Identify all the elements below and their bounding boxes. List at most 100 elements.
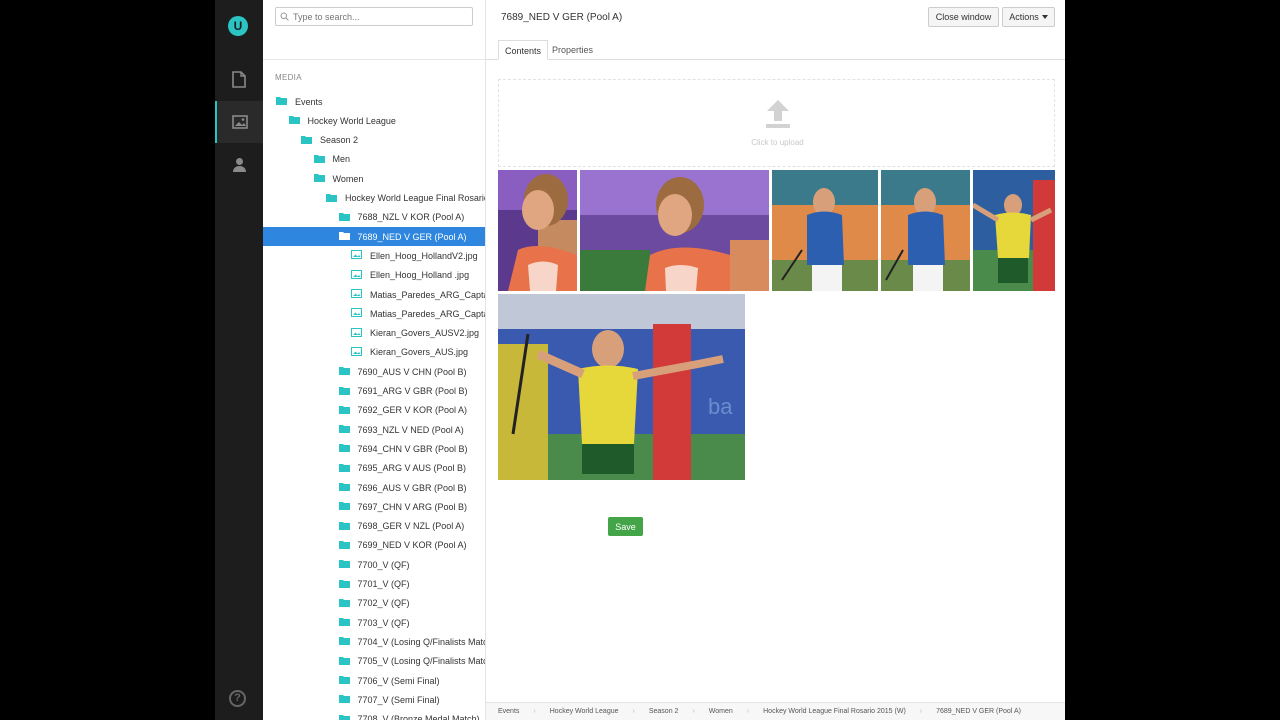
- tree-item-label: 7704_V (Losing Q/Finalists Match: [357, 636, 486, 647]
- image-icon: [351, 327, 362, 339]
- tree-item-folder[interactable]: 7688_NZL V KOR (Pool A): [263, 208, 485, 227]
- tree-item-label: 7699_NED V KOR (Pool A): [357, 540, 467, 551]
- tree-item-folder[interactable]: 7695_ARG V AUS (Pool B): [263, 459, 485, 478]
- tab-contents[interactable]: Contents: [498, 40, 549, 60]
- tree-item-label: Matias_Paredes_ARG_Captain: [370, 289, 486, 300]
- tree-item-image[interactable]: Kieran_Govers_AUSV2.jpg: [263, 324, 485, 343]
- tree-item-label: 7701_V (QF): [357, 579, 410, 589]
- tab-properties[interactable]: Properties: [546, 40, 599, 60]
- breadcrumb-separator: ›: [692, 708, 695, 715]
- nav-content-icon[interactable]: [215, 58, 263, 100]
- tree-item-folder[interactable]: 7708_V (Bronze Medal Match): [263, 710, 485, 720]
- breadcrumb-separator: ›: [632, 708, 635, 715]
- umbraco-logo[interactable]: U: [228, 16, 248, 36]
- breadcrumb-item[interactable]: Hockey World League Final Rosario 2015 (…: [763, 708, 906, 715]
- actions-label: Actions: [1009, 12, 1039, 22]
- tree-item-folder[interactable]: Hockey World League Final Rosario 2015 (…: [263, 189, 486, 208]
- media-thumbnail[interactable]: [580, 170, 769, 291]
- tree-item-image[interactable]: Matias_Paredes_ARG_Captain: [263, 304, 486, 323]
- tree-item-label: 7690_AUS V CHN (Pool B): [357, 366, 467, 377]
- tree-item-folder[interactable]: 7698_GER V NZL (Pool A): [263, 517, 485, 536]
- breadcrumb-item[interactable]: Events: [498, 708, 519, 715]
- tree-item-folder[interactable]: 7699_NED V KOR (Pool A): [263, 536, 485, 555]
- tree-item-label: Kieran_Govers_AUSV2.jpg: [370, 328, 480, 339]
- tree-item-image[interactable]: Kieran_Govers_AUS.jpg: [263, 343, 485, 362]
- tree-item-label: 7700_V (QF): [357, 559, 410, 570]
- tree-item-label: Matias_Paredes_ARG_Captain: [370, 308, 486, 319]
- tree-item-folder[interactable]: Events: [263, 92, 485, 111]
- tree-item-folder[interactable]: 7705_V (Losing Q/Finalists Match: [263, 652, 485, 671]
- tree-item-folder[interactable]: Hockey World League: [263, 111, 485, 130]
- tree-item-folder[interactable]: 7692_GER V KOR (Pool A): [263, 401, 485, 420]
- breadcrumb-item[interactable]: Women: [709, 708, 733, 715]
- caret-down-icon: [1041, 15, 1048, 19]
- tree-item-image[interactable]: Ellen_Hoog_Holland .jpg: [263, 266, 485, 285]
- tree-item-label: 7706_V (Semi Final): [357, 675, 440, 686]
- actions-button[interactable]: Actions: [1002, 7, 1055, 27]
- svg-text:ba: ba: [708, 394, 733, 419]
- tree-item-label: 7703_V (QF): [357, 617, 410, 628]
- tree-item-folder[interactable]: 7691_ARG V GBR (Pool B): [263, 382, 485, 401]
- player-photo: [772, 170, 878, 291]
- folder-icon: [276, 96, 287, 107]
- tree-item-folder[interactable]: 7694_CHN V GBR (Pool B): [263, 439, 485, 458]
- tree-item-label: 7697_CHN V ARG (Pool B): [357, 501, 468, 512]
- main-panel: 7689_NED V GER (Pool A) Close window Act…: [486, 0, 1065, 720]
- save-button[interactable]: Save: [608, 517, 643, 536]
- tree-item-image[interactable]: Ellen_Hoog_HollandV2.jpg: [263, 246, 485, 265]
- folder-icon: [338, 501, 350, 512]
- tree-item-label: Events: [295, 96, 323, 107]
- media-thumbnail[interactable]: [973, 170, 1055, 291]
- media-thumbnail[interactable]: ba: [498, 294, 745, 480]
- folder-icon: [338, 463, 350, 474]
- help-icon[interactable]: ?: [229, 690, 246, 707]
- tree-item-folder[interactable]: 7700_V (QF): [263, 555, 485, 574]
- close-window-button[interactable]: Close window: [928, 7, 999, 27]
- tree-item-folder[interactable]: Men: [263, 150, 485, 169]
- image-icon: [351, 269, 362, 281]
- media-thumbnail[interactable]: [881, 170, 970, 291]
- folder-icon: [338, 559, 350, 570]
- tree-item-folder[interactable]: 7707_V (Semi Final): [263, 690, 485, 709]
- folder-icon: [338, 540, 350, 551]
- tree-item-label: 7696_AUS V GBR (Pool B): [357, 482, 467, 493]
- upload-dropzone[interactable]: Click to upload: [498, 79, 1055, 167]
- tree-item-folder[interactable]: 7697_CHN V ARG (Pool B): [263, 497, 485, 516]
- tree-item-label: Ellen_Hoog_Holland .jpg: [370, 270, 470, 281]
- tree-item-label: Hockey World League Final Rosario 2015 (…: [345, 193, 486, 203]
- folder-icon: [338, 617, 350, 628]
- breadcrumb-item[interactable]: 7689_NED V GER (Pool A): [936, 708, 1021, 715]
- tree-item-folder[interactable]: 7689_NED V GER (Pool A): [263, 227, 485, 247]
- tree-item-folder[interactable]: Season 2: [263, 131, 485, 150]
- folder-icon: [338, 636, 350, 647]
- media-tree-panel: MEDIA Events Hockey World League Season 2 M…: [263, 0, 486, 720]
- tree-item-folder[interactable]: 7701_V (QF): [263, 575, 485, 594]
- folder-icon: [338, 656, 350, 667]
- tree-item-label: Kieran_Govers_AUS.jpg: [370, 347, 469, 358]
- nav-members-icon[interactable]: [215, 143, 263, 185]
- search-icon: [280, 12, 289, 21]
- folder-icon: [288, 115, 300, 126]
- player-photo: [881, 170, 970, 291]
- breadcrumb-item[interactable]: Hockey World League: [550, 708, 619, 715]
- search-box[interactable]: [275, 7, 473, 26]
- media-thumbnail[interactable]: [772, 170, 878, 291]
- breadcrumb-item[interactable]: Season 2: [649, 708, 679, 715]
- search-input[interactable]: [293, 11, 463, 22]
- section-label: MEDIA: [275, 73, 302, 82]
- breadcrumb-separator: ›: [533, 708, 536, 715]
- media-thumbnail[interactable]: [498, 170, 577, 291]
- tree-item-folder[interactable]: 7703_V (QF): [263, 613, 485, 632]
- tree-item-label: 7688_NZL V KOR (Pool A): [357, 212, 465, 223]
- tree-item-folder[interactable]: 7696_AUS V GBR (Pool B): [263, 478, 485, 497]
- image-icon: [351, 250, 362, 261]
- tree-item-folder[interactable]: Women: [263, 169, 485, 188]
- tree-item-folder[interactable]: 7690_AUS V CHN (Pool B): [263, 362, 485, 381]
- tree-item-folder[interactable]: 7693_NZL V NED (Pool A): [263, 420, 485, 439]
- tree-item-label: Women: [332, 173, 364, 184]
- tree-item-folder[interactable]: 7706_V (Semi Final): [263, 671, 485, 690]
- tree-item-image[interactable]: Matias_Paredes_ARG_Captain: [263, 285, 486, 304]
- tree-item-folder[interactable]: 7702_V (QF): [263, 594, 485, 613]
- tree-item-folder[interactable]: 7704_V (Losing Q/Finalists Match: [263, 632, 486, 651]
- nav-media-icon[interactable]: [215, 101, 263, 143]
